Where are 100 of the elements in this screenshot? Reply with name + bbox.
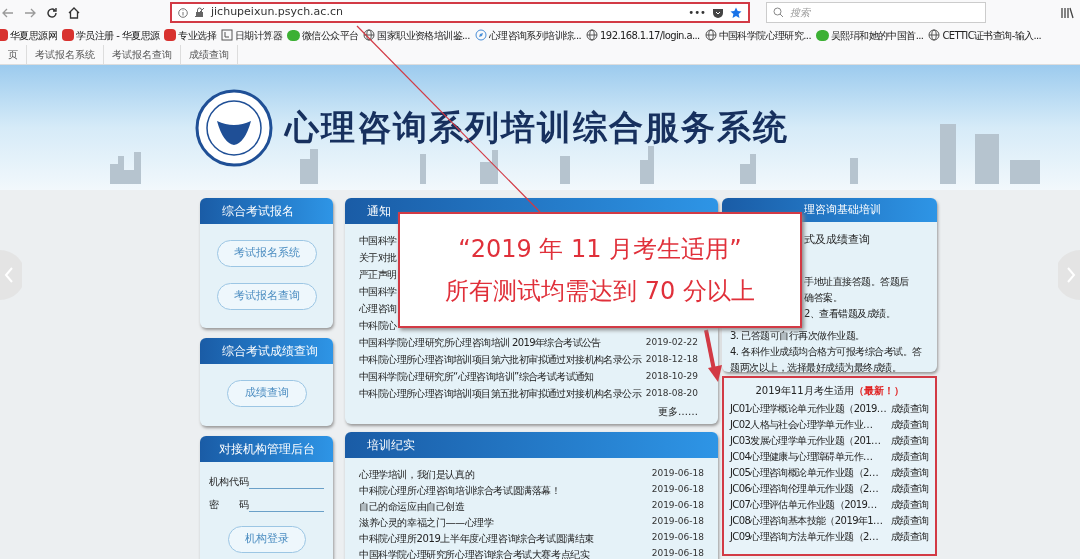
pill-button[interactable]: 成绩查询: [226, 380, 307, 407]
score-query-link[interactable]: 成绩查询: [890, 528, 929, 544]
field-label: 机构代码: [209, 475, 249, 489]
article-date: 2019-06-18: [651, 515, 704, 529]
exam-title: JC03发展心理学单元作业题（201…: [730, 433, 881, 448]
article-date: 2019-06-18: [651, 483, 704, 497]
section-heading: 式及成绩查询: [804, 232, 871, 248]
back-icon[interactable]: [2, 7, 14, 18]
score-query-link[interactable]: 成绩查询: [890, 480, 929, 496]
panel-title: 培训纪实: [367, 437, 415, 454]
exam-title: JC01心理学概论单元作业题（2019…: [730, 401, 887, 416]
notice-link[interactable]: 中国科学院心理研究所心理咨询培训 2019年综合考试公告: [359, 335, 601, 350]
notice-date: 2018-08-20: [645, 386, 698, 400]
pill-button[interactable]: 机构登录: [227, 526, 306, 553]
bookmark-item[interactable]: 华夏思源网: [0, 27, 57, 43]
article-link[interactable]: 自己的命运应由自己创造: [359, 498, 465, 514]
annotation-arrow: [704, 329, 722, 382]
notice-link[interactable]: 心理咨询: [359, 301, 397, 316]
exam-title: JC05心理咨询概论单元作业题（2…: [730, 465, 879, 480]
pill-button[interactable]: 考试报名查询: [216, 283, 317, 310]
field-label: 密 码: [209, 498, 249, 512]
bookmark-item[interactable]: 192.168.1.17/login.a...: [586, 27, 700, 43]
forward-icon[interactable]: [24, 7, 36, 18]
notice-date: 2019-02-22: [645, 335, 698, 349]
notice-date: 2018-12-18: [645, 352, 698, 366]
shield-icon[interactable]: [712, 6, 724, 19]
search-icon: [773, 7, 784, 18]
exam-title: JC09心理咨询方法单元作业题（2…: [730, 529, 879, 544]
calendar-icon: [221, 29, 233, 41]
notice-link[interactable]: 中科院心: [359, 318, 397, 333]
callout-text: 所有测试均需达到 70 分以上: [445, 276, 755, 307]
bookmark-item[interactable]: CETTIC证书查询-输入...: [928, 27, 1042, 43]
panel-title: 理咨询基础培训: [804, 202, 881, 218]
page-tab[interactable]: 页: [0, 45, 27, 64]
article-date: 2019-06-18: [651, 547, 704, 559]
exam-title: JC04心理健康与心理障碍单元作…: [730, 449, 873, 464]
article-link[interactable]: 滋养心灵的幸福之门——心理学: [359, 514, 494, 530]
list-title: 2019年11月考生适用（最新！）: [755, 384, 904, 398]
article-link[interactable]: 中科院心理所心理咨询培训综合考试圆满落幕！: [359, 482, 561, 498]
article-date: 2019-06-18: [651, 499, 704, 513]
home-icon[interactable]: [68, 6, 80, 19]
score-query-link[interactable]: 成绩查询: [890, 512, 929, 528]
article-date: 2019-06-18: [651, 467, 704, 481]
score-query-link[interactable]: 成绩查询: [890, 496, 929, 512]
score-query-link[interactable]: 成绩查询: [890, 432, 929, 448]
score-query-link[interactable]: 成绩查询: [890, 416, 929, 432]
exam-title: JC08心理咨询基本技能（2019年1…: [730, 513, 883, 528]
article-date: 2019-06-18: [651, 531, 704, 545]
bookmark-item[interactable]: 国家职业资格培训鉴...: [363, 27, 470, 43]
bookmark-item[interactable]: 微信公众平台: [287, 27, 359, 43]
notice-link[interactable]: 关于对批: [359, 250, 397, 265]
notice-link[interactable]: 中国科学: [359, 284, 397, 299]
globe-icon: [704, 29, 717, 41]
bookmark-item[interactable]: 心理咨询系列培训综...: [474, 27, 582, 43]
notice-link[interactable]: 中科院心理所心理咨询培训项目第五批初审拟通过对接机构名录公示: [359, 386, 641, 401]
notice-link[interactable]: 中科院心理所心理咨询培训项目第六批初审拟通过对接机构名录公示: [359, 352, 641, 367]
panel-title: 通知: [367, 203, 391, 220]
notice-link[interactable]: 中国科学: [359, 233, 397, 248]
score-query-link[interactable]: 成绩查询: [890, 448, 929, 464]
article-link[interactable]: 中国科学院心理研究所心理咨询综合考试大赛考点纪实: [359, 546, 590, 559]
bookmark-item[interactable]: 专业选择: [164, 27, 216, 43]
bookmark-item[interactable]: 吴熙琄和她的中国首...: [816, 27, 924, 43]
page-tab[interactable]: 成绩查询: [181, 45, 238, 64]
url-field[interactable]: jichupeixun.psych.ac.cn •••: [170, 2, 750, 23]
article-link[interactable]: 中科院心理所2019上半年度心理咨询综合考试圆满结束: [359, 530, 595, 546]
notice-link[interactable]: 严正声明: [359, 267, 397, 282]
exam-title: JC02人格与社会心理学单元作业…: [730, 417, 873, 432]
search-field[interactable]: 搜索: [766, 2, 986, 23]
exam-title: JC06心理咨询伦理单元作业题（2…: [730, 481, 879, 496]
article-link[interactable]: 心理学培训，我们是认真的: [359, 466, 475, 482]
insecure-lock-icon: [194, 7, 205, 18]
bookmark-item[interactable]: 日期计算器: [221, 27, 282, 43]
instruction-text: 3. 已答题可自行再次做作业题。: [730, 328, 866, 343]
panel-title: 综合考试成绩查询: [222, 343, 318, 360]
library-icon[interactable]: [1060, 6, 1074, 19]
panel-title: 对接机构管理后台: [218, 441, 315, 458]
more-menu[interactable]: •••: [688, 5, 706, 20]
pill-button[interactable]: 考试报名系统: [216, 240, 317, 267]
score-query-link[interactable]: 成绩查询: [890, 464, 929, 480]
page-tab[interactable]: 考试报名系统: [27, 45, 104, 64]
notice-link[interactable]: 中国科学院心理研究所“心理咨询培训”综合考试考试通知: [359, 369, 594, 384]
brand-icon: [62, 29, 74, 41]
panel-title: 综合考试报名: [222, 203, 294, 220]
search-input[interactable]: 搜索: [790, 5, 940, 20]
bookmark-item[interactable]: 中国科学院心理研究...: [704, 27, 812, 43]
callout-text: “2019 年 11 月考生适用”: [458, 234, 742, 265]
globe-icon: [928, 29, 941, 41]
page-tab[interactable]: 考试报名查询: [104, 45, 181, 64]
more-link[interactable]: 更多……: [658, 404, 698, 419]
reload-icon[interactable]: [46, 6, 58, 19]
brand-icon: [164, 29, 177, 41]
globe-icon: [363, 29, 376, 41]
notice-date: 2018-10-29: [645, 369, 698, 383]
star-icon[interactable]: [730, 6, 742, 19]
chat-icon: [287, 29, 300, 41]
bookmark-item[interactable]: 学员注册 - 华夏思源: [62, 27, 160, 43]
info-icon: [178, 7, 188, 18]
exam-title: JC07心理评估单元作业题（2019…: [730, 497, 877, 512]
score-query-link[interactable]: 成绩查询: [890, 400, 929, 416]
instruction-text: 确答案。: [804, 290, 843, 305]
